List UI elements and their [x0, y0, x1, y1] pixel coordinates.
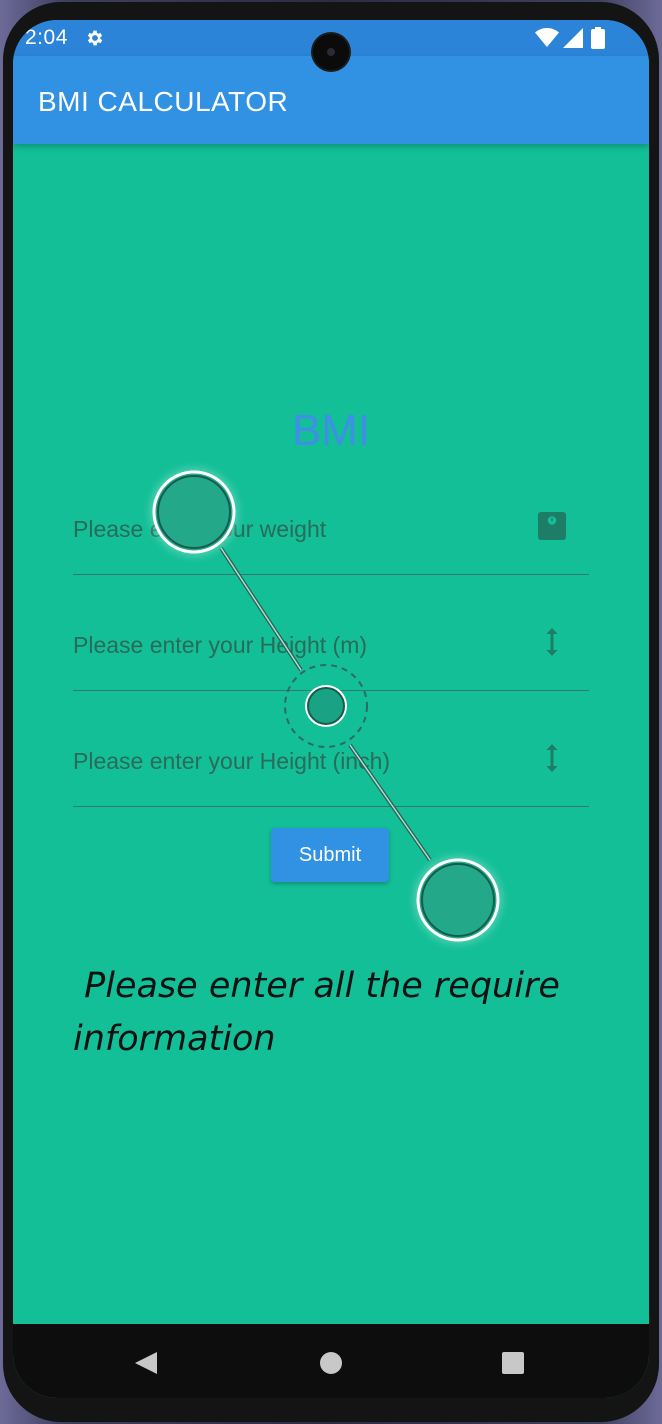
bmi-heading: BMI — [291, 406, 371, 455]
wifi-icon — [535, 28, 559, 47]
app-title: BMI CALCULATOR — [38, 86, 289, 117]
recents-icon[interactable] — [501, 1351, 525, 1375]
navigation-bar — [13, 1324, 649, 1398]
validation-message: Please enter all the require information — [73, 966, 572, 1059]
phone-bezel: 2:04 BMI CALCULATOR BMI Please enter you… — [3, 2, 659, 1422]
height-m-field[interactable] — [73, 620, 589, 691]
back-icon[interactable] — [133, 1350, 159, 1376]
front-camera — [313, 34, 349, 70]
weight-input[interactable] — [73, 512, 513, 546]
height-inch-input[interactable] — [73, 744, 513, 778]
phone-screen: 2:04 BMI CALCULATOR BMI Please enter you… — [13, 20, 649, 1398]
vertical-arrows-icon — [546, 628, 558, 656]
height-m-input[interactable] — [73, 628, 513, 662]
home-icon[interactable] — [319, 1351, 343, 1375]
scale-icon — [538, 512, 566, 540]
gear-icon — [87, 30, 103, 46]
submit-button[interactable]: Submit — [271, 828, 389, 882]
status-time: 2:04 — [25, 26, 68, 49]
battery-icon — [591, 27, 605, 49]
vertical-arrows-icon — [546, 744, 558, 772]
signal-icon — [563, 28, 583, 48]
weight-field[interactable] — [73, 504, 589, 575]
height-inch-field[interactable] — [73, 736, 589, 807]
phone-frame: 2:04 BMI CALCULATOR BMI Please enter you… — [0, 0, 662, 1424]
